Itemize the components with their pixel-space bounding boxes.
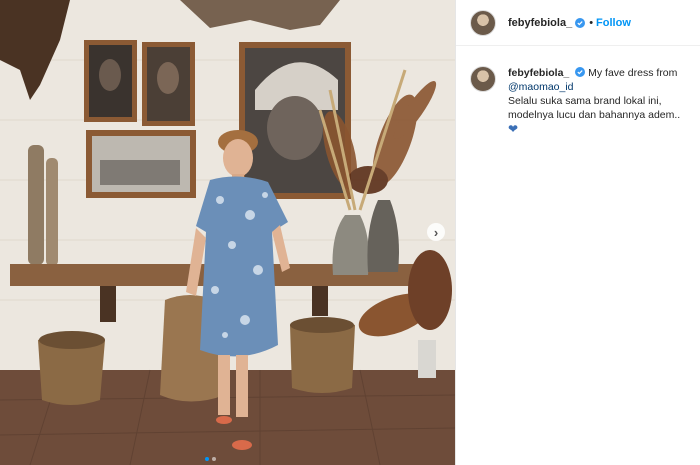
username-link[interactable]: febyfebiola_	[508, 17, 572, 29]
mention-link[interactable]: @maomao_id	[508, 81, 574, 93]
post-sidebar: febyfebiola_ • Follow febyfebiola_ My fa…	[455, 0, 700, 465]
caption-line-1: My fave dress from	[588, 67, 678, 79]
verified-badge-icon	[575, 67, 586, 77]
separator-dot: •	[589, 16, 594, 29]
carousel-indicator	[205, 457, 216, 461]
next-slide-button[interactable]: ›	[427, 223, 445, 241]
carousel-dot-1	[205, 457, 209, 461]
caption-line-2: Selalu suka sama brand lokal ini, modeln…	[508, 95, 681, 121]
avatar[interactable]	[470, 9, 496, 36]
carousel-dot-2	[212, 457, 216, 461]
follow-button[interactable]: Follow	[596, 17, 631, 29]
caption-avatar[interactable]	[470, 66, 496, 92]
post-photo[interactable]: ›	[0, 0, 455, 465]
caption-username[interactable]: febyfebiola_	[508, 67, 569, 79]
chevron-right-icon: ›	[433, 224, 439, 240]
post-image	[0, 0, 455, 465]
blue-heart-icon: ❤	[508, 122, 519, 136]
caption-text: febyfebiola_ My fave dress from @maomao_…	[508, 66, 690, 137]
post-header: febyfebiola_ • Follow	[456, 0, 700, 46]
caption: febyfebiola_ My fave dress from @maomao_…	[456, 46, 700, 137]
verified-badge-icon	[575, 17, 586, 28]
